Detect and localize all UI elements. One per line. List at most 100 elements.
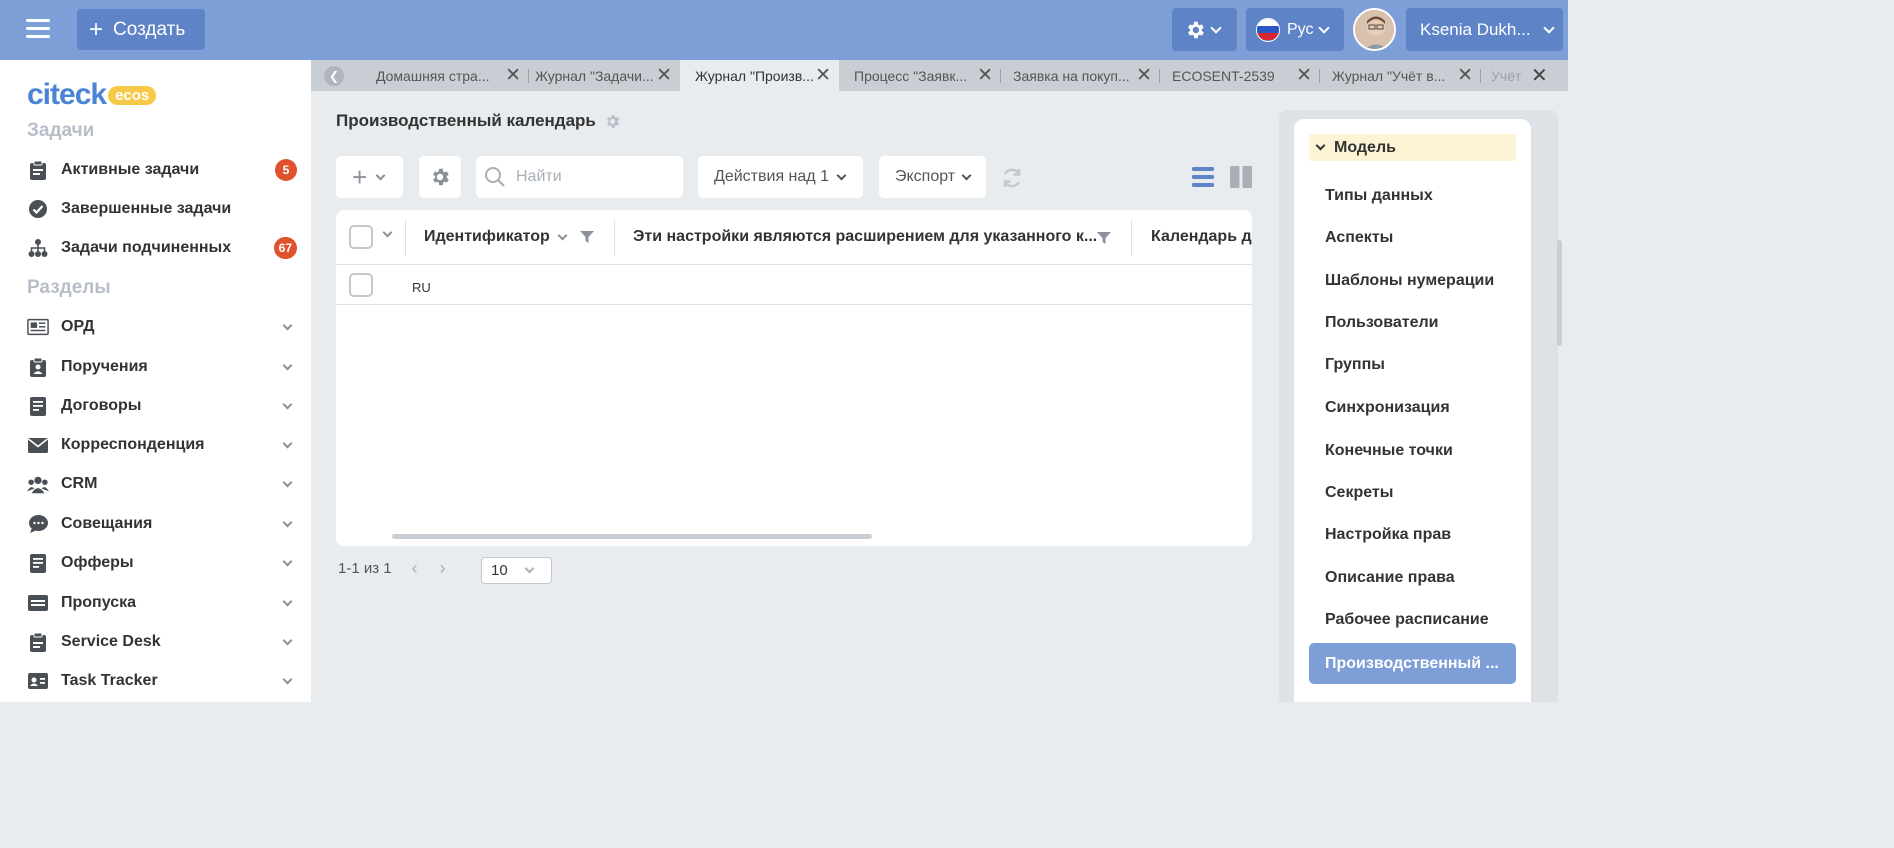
sidebar-item-passes[interactable]: Пропуска (27, 588, 297, 618)
create-button[interactable]: + Создать (77, 9, 205, 50)
menu-item-groups[interactable]: Группы (1325, 356, 1385, 374)
menu-group-model[interactable]: Модель (1309, 134, 1516, 161)
sidebar-item-label: CRM (61, 475, 98, 492)
russia-flag-icon (1256, 17, 1280, 42)
count-badge: 5 (275, 159, 297, 181)
sidebar-item-assignments[interactable]: Поручения (27, 352, 297, 382)
right-menu-panel: Модель Типы данных Аспекты Шаблоны нумер… (1294, 119, 1531, 702)
refresh-icon[interactable] (1000, 166, 1024, 195)
menu-item-production-calendar[interactable]: Производственный ... (1309, 643, 1516, 684)
tab-journal-accounting[interactable]: Журнал "Учёт в... ✕ (1320, 60, 1481, 91)
language-label: Рус (1287, 20, 1314, 38)
close-icon[interactable]: ✕ (1296, 66, 1312, 85)
close-icon[interactable]: ✕ (977, 66, 993, 85)
sidebar-item-active-tasks[interactable]: Активные задачи 5 (27, 155, 297, 185)
chevron-down-icon (375, 170, 386, 180)
tab-label: Журнал "Произв... (695, 67, 814, 84)
sidebar-item-completed-tasks[interactable]: Завершенные задачи (27, 194, 297, 224)
avatar[interactable] (1353, 8, 1396, 51)
chevron-down-icon (282, 556, 293, 566)
tab-process-request[interactable]: Процесс "Заявк... ✕ (839, 60, 1001, 91)
logo[interactable]: citeck ecos (27, 78, 157, 112)
next-page-icon[interactable]: › (440, 558, 446, 579)
close-icon[interactable]: ✕ (1457, 66, 1473, 85)
plus-icon: + (89, 15, 104, 43)
column-header-calendar[interactable]: Календарь де (1151, 228, 1252, 246)
tab-label: Заявка на покуп... (1013, 67, 1130, 84)
tab-label: ECOSENT-2539 (1172, 67, 1275, 84)
search-field[interactable] (476, 156, 683, 198)
page-size-value: 10 (491, 562, 508, 579)
menu-item-aspects[interactable]: Аспекты (1325, 229, 1393, 247)
chevron-down-icon (282, 360, 293, 370)
close-icon[interactable]: ✕ (1136, 66, 1152, 85)
vertical-scrollbar[interactable] (1557, 240, 1562, 346)
tab-accounting[interactable]: Учёт (1481, 60, 1531, 91)
envelope-icon (27, 434, 49, 456)
menu-item-permission-description[interactable]: Описание права (1325, 569, 1455, 587)
user-menu-button[interactable]: Ksenia Dukh... (1406, 8, 1563, 51)
export-dropdown[interactable]: Экспорт (879, 156, 986, 198)
sidebar-item-service-desk[interactable]: Service Desk (27, 627, 297, 657)
tab-label: Учёт (1491, 67, 1522, 84)
menu-item-data-types[interactable]: Типы данных (1325, 187, 1433, 205)
gear-icon[interactable] (604, 113, 621, 130)
chevron-down-icon (282, 320, 293, 330)
tab-ecosent[interactable]: ECOSENT-2539 ✕ (1160, 60, 1320, 91)
menu-item-numbering-templates[interactable]: Шаблоны нумерации (1325, 272, 1494, 290)
sidebar-item-subordinate-tasks[interactable]: Задачи подчиненных 67 (27, 233, 297, 263)
sidebar-item-offers[interactable]: Офферы (27, 548, 297, 578)
sidebar-item-ord[interactable]: ОРД (27, 312, 297, 342)
journal-settings-button[interactable] (419, 156, 461, 198)
chat-bubble-icon (27, 513, 49, 535)
column-header-id[interactable]: Идентификатор (424, 228, 594, 246)
settings-button[interactable] (1172, 8, 1237, 51)
table-row[interactable]: RU (336, 265, 1252, 305)
filter-icon[interactable] (1097, 232, 1111, 244)
menu-item-users[interactable]: Пользователи (1325, 314, 1438, 332)
sidebar-item-correspondence[interactable]: Корреспонденция (27, 430, 297, 460)
prev-page-icon[interactable]: ‹ (412, 558, 418, 579)
sidebar-item-meetings[interactable]: Совещания (27, 509, 297, 539)
sidebar-item-label: Пропуска (61, 594, 137, 611)
sidebar-item-label: Офферы (61, 554, 134, 571)
row-checkbox[interactable] (349, 273, 373, 297)
check-circle-icon (27, 198, 49, 220)
search-input[interactable] (516, 168, 676, 186)
sidebar-item-task-tracker[interactable]: Task Tracker (27, 666, 297, 696)
chevron-down-icon[interactable] (382, 227, 393, 238)
horizontal-scrollbar[interactable] (392, 534, 872, 539)
column-divider (405, 220, 406, 256)
menu-icon[interactable] (26, 19, 50, 39)
sidebar-item-label: Task Tracker (61, 672, 158, 689)
tabs-scroll-left-button[interactable]: ❮ (324, 66, 344, 86)
close-all-tabs-button[interactable]: ✕ (1529, 60, 1559, 91)
tab-journal-production[interactable]: Журнал "Произв... ✕ (680, 60, 839, 91)
close-icon[interactable]: ✕ (815, 66, 831, 85)
tab-journal-tasks[interactable]: Журнал "Задачи... ✕ (529, 60, 680, 91)
close-icon[interactable]: ✕ (656, 66, 672, 85)
select-all-checkbox[interactable] (349, 225, 373, 249)
tab-purchase-request[interactable]: Заявка на покуп... ✕ (1001, 60, 1160, 91)
create-label: Создать (113, 18, 186, 40)
filter-icon[interactable] (579, 231, 594, 243)
menu-item-endpoints[interactable]: Конечные точки (1325, 442, 1453, 460)
menu-item-permissions-settings[interactable]: Настройка прав (1325, 526, 1451, 544)
split-view-icon[interactable] (1230, 166, 1252, 193)
hierarchy-icon (27, 237, 49, 259)
export-label: Экспорт (895, 168, 956, 185)
actions-dropdown[interactable]: Действия над 1 (698, 156, 863, 198)
add-record-button[interactable]: + (336, 156, 403, 198)
sidebar-item-crm[interactable]: CRM (27, 469, 297, 499)
tab-home[interactable]: Домашняя стра... ✕ (366, 60, 529, 91)
sidebar: citeck ecos Задачи Активные задачи 5 Зав… (0, 60, 311, 702)
list-view-icon[interactable] (1192, 166, 1214, 193)
close-icon[interactable]: ✕ (505, 66, 521, 85)
column-header-extension[interactable]: Эти настройки являются расширением для у… (633, 228, 1111, 246)
sidebar-item-contracts[interactable]: Договоры (27, 391, 297, 421)
menu-item-secrets[interactable]: Секреты (1325, 484, 1393, 502)
page-size-select[interactable]: 10 (481, 557, 552, 584)
menu-item-work-schedule[interactable]: Рабочее расписание (1325, 611, 1489, 629)
menu-item-sync[interactable]: Синхронизация (1325, 399, 1450, 417)
language-select[interactable]: Рус (1246, 8, 1344, 51)
